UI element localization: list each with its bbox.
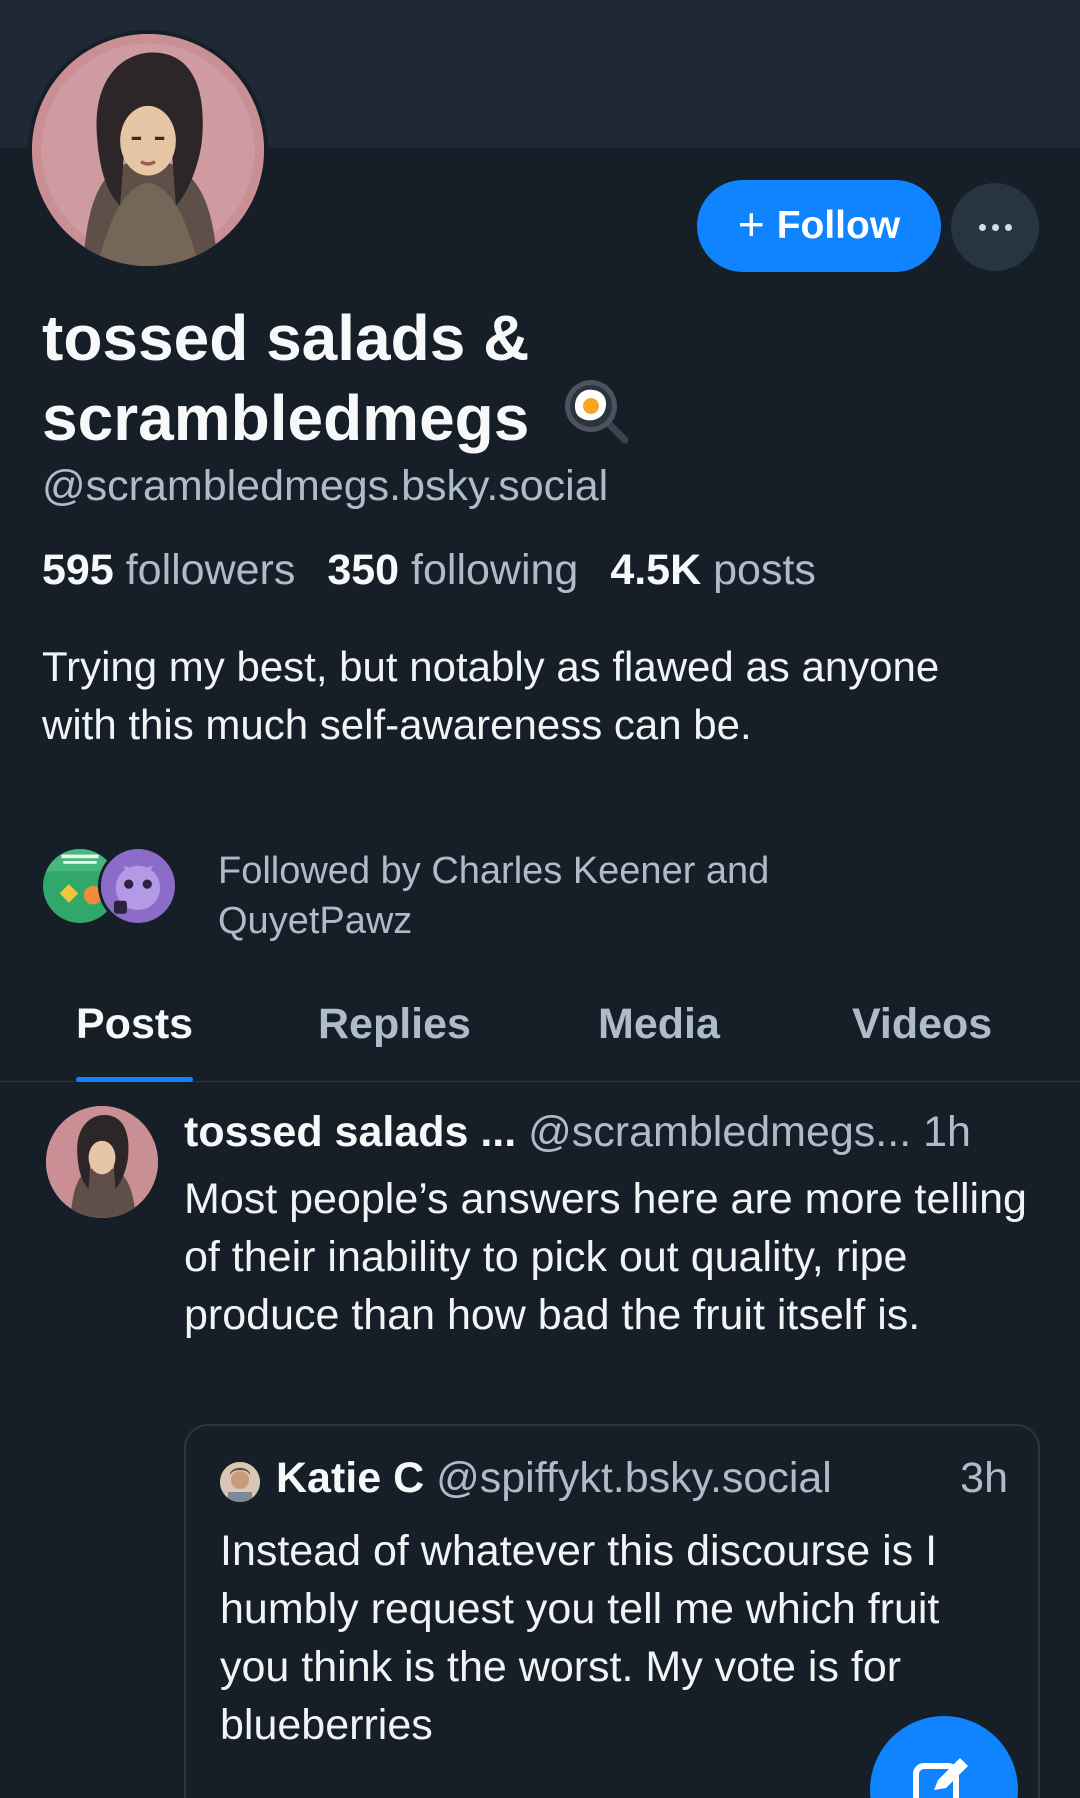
tab-media[interactable]: Media	[598, 966, 720, 1082]
post-header: tossed salads ... @scrambledmegs... 1h	[184, 1108, 1044, 1157]
quote-text: Instead of whatever this discourse is I …	[220, 1527, 940, 1749]
more-options-button[interactable]	[951, 183, 1039, 271]
followed-by-text: Followed by Charles Keener and QuyetPawz	[218, 850, 770, 942]
quote-author-name: Katie C	[276, 1454, 425, 1502]
followers-stat[interactable]: 595 followers	[42, 546, 295, 594]
followed-by-section[interactable]: Followed by Charles Keener and QuyetPawz	[40, 846, 769, 942]
profile-handle: @scrambledmegs.bsky.social	[42, 462, 609, 510]
quote-author-avatar	[220, 1462, 260, 1502]
profile-tabs: Posts Replies Media Videos	[0, 966, 1080, 1082]
profile-avatar[interactable]	[28, 30, 268, 270]
profile-bio: Trying my best, but notably as flawed as…	[42, 643, 940, 748]
post-text: Most people’s answers here are more tell…	[184, 1175, 1027, 1339]
quote-timestamp: 3h	[960, 1454, 1008, 1502]
profile-display-name: tossed salads & scrambledmegs	[42, 300, 762, 456]
following-stat[interactable]: 350 following	[327, 546, 578, 594]
posts-stat: 4.5K posts	[610, 546, 816, 594]
post-author-name[interactable]: tossed salads ...	[184, 1108, 516, 1156]
plus-icon: +	[737, 198, 765, 250]
compose-icon	[913, 1758, 968, 1798]
quote-header: Katie C @spiffykt.bsky.social	[276, 1454, 832, 1503]
profile-screen: + Follow tossed salads & scrambledmegs @…	[0, 0, 1080, 1798]
tab-posts[interactable]: Posts	[76, 966, 194, 1082]
follow-button-label: Follow	[776, 204, 901, 247]
quote-author-handle: @spiffykt.bsky.social	[436, 1454, 832, 1502]
active-tab-indicator	[76, 1077, 194, 1082]
tab-replies[interactable]: Replies	[318, 966, 471, 1082]
egg-frying-pan-icon	[561, 376, 631, 446]
ellipsis-icon	[978, 223, 1012, 231]
post-author-avatar[interactable]	[46, 1106, 158, 1218]
post-timestamp[interactable]: 1h	[923, 1108, 971, 1156]
follower-avatar	[98, 846, 178, 926]
post-author-handle[interactable]: @scrambledmegs...	[528, 1108, 911, 1156]
tab-videos[interactable]: Videos	[852, 966, 992, 1082]
follow-button[interactable]: + Follow	[697, 180, 941, 272]
profile-stats: 595 followers 350 following 4.5K posts	[42, 546, 836, 595]
